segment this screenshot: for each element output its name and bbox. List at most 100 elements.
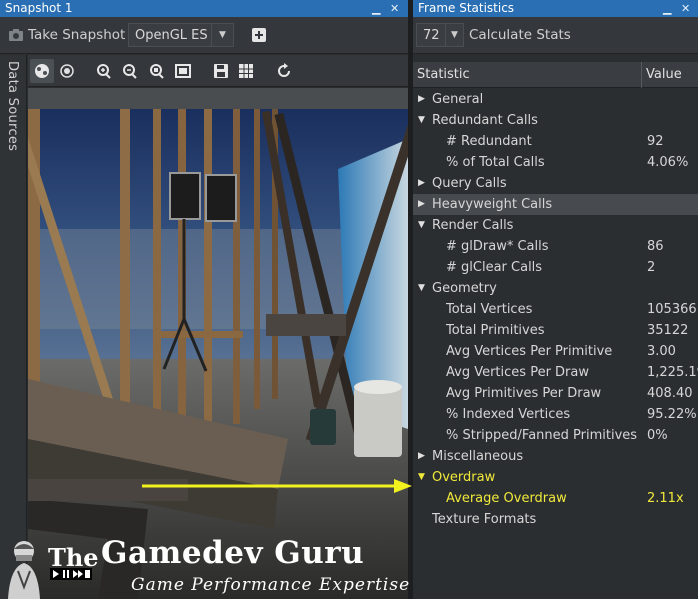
tree-stat-row[interactable]: Avg Primitives Per Draw 408.40 xyxy=(413,383,698,404)
stat-label: % of Total Calls xyxy=(446,155,545,170)
tree-stat-row[interactable]: Avg Vertices Per Primitive 3.00 xyxy=(413,341,698,362)
plus-icon xyxy=(252,28,266,42)
chevron-right-icon[interactable]: ▶ xyxy=(418,446,425,467)
stat-label: Miscellaneous xyxy=(432,449,524,464)
grid-icon xyxy=(239,64,253,78)
texture-view-icon xyxy=(35,64,49,78)
stat-label: Query Calls xyxy=(432,176,507,191)
stat-value: 2.11x xyxy=(647,491,684,506)
tree-group-row[interactable]: ▶ General xyxy=(413,89,698,110)
stat-label: Render Calls xyxy=(432,218,514,233)
scene-image xyxy=(28,109,408,599)
frame-statistics-title-bar: Frame Statistics ▁ ✕ xyxy=(413,0,698,17)
chevron-down-icon[interactable]: ▼ xyxy=(418,467,425,488)
fit-icon xyxy=(175,64,191,78)
texture-view-button[interactable] xyxy=(30,59,54,83)
tree-stat-row[interactable]: # glDraw* Calls 86 xyxy=(413,236,698,257)
add-button[interactable] xyxy=(248,24,270,46)
chevron-right-icon[interactable]: ▶ xyxy=(418,173,425,194)
stat-label: Overdraw xyxy=(432,470,496,485)
data-sources-tab[interactable]: Data Sources xyxy=(0,55,27,599)
zoom-reset-button[interactable] xyxy=(146,60,168,82)
tree-stat-row[interactable]: % Indexed Vertices 95.22% xyxy=(413,404,698,425)
tree-group-row[interactable]: ▼ Redundant Calls xyxy=(413,110,698,131)
tree-stat-row[interactable]: % of Total Calls 4.06% xyxy=(413,152,698,173)
frame-stats-toolbar: 72 ▼ Calculate Stats xyxy=(413,17,698,54)
chevron-down-icon[interactable]: ▼ xyxy=(418,278,425,299)
chevron-down-icon[interactable]: ▼ xyxy=(418,110,425,131)
stats-table-header: Statistic Value xyxy=(413,62,698,88)
stat-value: 95.22% xyxy=(647,407,697,422)
stat-value: 105366 xyxy=(647,302,697,317)
tree-stat-row[interactable]: Total Vertices 105366 xyxy=(413,299,698,320)
stat-label: Texture Formats xyxy=(432,512,537,527)
stat-label: Geometry xyxy=(432,281,497,296)
tree-group-row[interactable]: ▶ Query Calls xyxy=(413,173,698,194)
tree-group-row[interactable]: Texture Formats xyxy=(413,509,698,530)
stat-value: 2 xyxy=(647,260,656,275)
take-snapshot-button[interactable]: Take Snapshot xyxy=(8,27,125,43)
chevron-right-icon[interactable]: ▶ xyxy=(418,89,425,110)
snapshot-viewport[interactable] xyxy=(28,109,408,599)
stat-value: 4.06% xyxy=(647,155,689,170)
watermark-tagline: Game Performance Expertise xyxy=(131,575,411,595)
stat-label: Avg Vertices Per Primitive xyxy=(446,344,613,359)
tree-stat-row[interactable]: # Redundant 92 xyxy=(413,131,698,152)
calculate-stats-button[interactable]: Calculate Stats xyxy=(469,27,571,43)
stat-label: # Redundant xyxy=(446,134,532,149)
chevron-right-icon[interactable]: ▶ xyxy=(418,194,425,215)
take-snapshot-label: Take Snapshot xyxy=(28,27,126,43)
chevron-down-icon: ▼ xyxy=(445,24,463,46)
refresh-button[interactable] xyxy=(273,60,295,82)
viewport-header xyxy=(28,88,408,109)
tree-stat-row[interactable]: Avg Vertices Per Draw 1,225.19 xyxy=(413,362,698,383)
stat-label: Avg Primitives Per Draw xyxy=(446,386,602,401)
close-icon[interactable]: ✕ xyxy=(390,0,399,17)
stat-label: Total Primitives xyxy=(446,323,545,338)
viewport-toolbar xyxy=(28,55,408,87)
media-controls-icon xyxy=(50,568,92,580)
frame-selected-value: 72 xyxy=(423,27,440,43)
tree-group-row[interactable]: ▶ Miscellaneous xyxy=(413,446,698,467)
tree-group-row[interactable]: ▼ Overdraw xyxy=(413,467,698,488)
radio-view-button[interactable] xyxy=(56,60,78,82)
api-selector[interactable]: OpenGL ES ▼ xyxy=(128,23,234,47)
close-icon[interactable]: ✕ xyxy=(681,0,690,17)
grid-button[interactable] xyxy=(235,60,257,82)
zoom-out-icon xyxy=(123,64,137,79)
zoom-in-button[interactable] xyxy=(93,60,115,82)
stats-tree: ▶ General ▼ Redundant Calls # Redundant 92 % o… xyxy=(413,88,698,599)
tree-stat-row[interactable]: % Stripped/Fanned Primitives 0% xyxy=(413,425,698,446)
zoom-out-button[interactable] xyxy=(119,60,141,82)
column-value[interactable]: Value xyxy=(646,62,682,88)
tree-stat-row[interactable]: Average Overdraw 2.11x xyxy=(413,488,698,509)
stat-value: 86 xyxy=(647,239,664,254)
column-statistic[interactable]: Statistic xyxy=(417,62,470,88)
calculate-stats-label: Calculate Stats xyxy=(469,27,571,43)
tree-stat-row[interactable]: # glClear Calls 2 xyxy=(413,257,698,278)
pin-icon[interactable]: ▁ xyxy=(663,0,671,17)
tree-stat-row[interactable]: Total Primitives 35122 xyxy=(413,320,698,341)
snapshot-toolbar: Take Snapshot OpenGL ES ▼ xyxy=(0,17,408,54)
stat-value: 3.00 xyxy=(647,344,676,359)
stat-label: Avg Vertices Per Draw xyxy=(446,365,589,380)
chevron-down-icon[interactable]: ▼ xyxy=(418,215,425,236)
radio-view-icon xyxy=(60,64,74,78)
tree-group-row[interactable]: ▼ Geometry xyxy=(413,278,698,299)
stat-label: Average Overdraw xyxy=(446,491,567,506)
camera-icon xyxy=(9,29,23,41)
stat-label: General xyxy=(432,92,484,107)
frame-selector[interactable]: 72 ▼ xyxy=(416,23,464,47)
tree-group-row[interactable]: ▼ Render Calls xyxy=(413,215,698,236)
stat-value: 1,225.19 xyxy=(647,365,698,380)
refresh-icon xyxy=(278,63,290,77)
api-selected-value: OpenGL ES xyxy=(135,27,208,43)
snapshot-title-bar: Snapshot 1 ▁ ✕ xyxy=(0,0,408,17)
column-separator[interactable] xyxy=(641,62,642,88)
save-button[interactable] xyxy=(210,60,232,82)
watermark-brand: Gamedev Guru xyxy=(101,535,365,571)
stat-label: % Stripped/Fanned Primitives xyxy=(446,428,638,443)
pin-icon[interactable]: ▁ xyxy=(372,0,380,17)
tree-group-row[interactable]: ▶ Heavyweight Calls xyxy=(413,194,698,215)
fit-button[interactable] xyxy=(172,60,194,82)
